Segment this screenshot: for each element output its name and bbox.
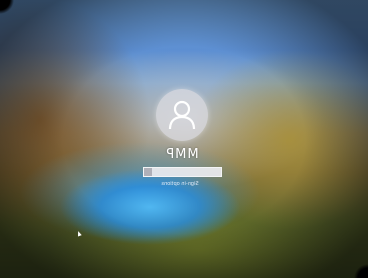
user-icon: [168, 100, 196, 130]
password-input[interactable]: [143, 167, 222, 177]
sign-in-options-link[interactable]: Sign-in options: [150, 181, 210, 187]
lock-screen-background: MMP Sign-in options: [0, 0, 368, 278]
mouse-cursor-icon: [76, 230, 82, 237]
account-username: MMP: [165, 147, 199, 162]
screen-corner: [0, 0, 14, 14]
user-avatar: [156, 89, 208, 141]
arrow-right-icon[interactable]: [144, 168, 152, 176]
screen-corner: [354, 264, 368, 278]
